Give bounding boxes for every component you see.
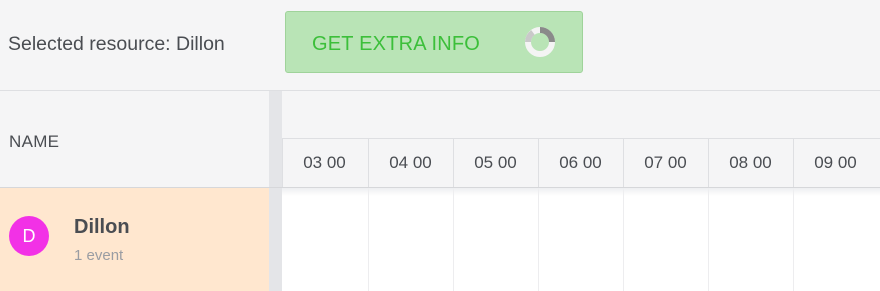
time-grid-line [623,188,624,291]
time-column-header[interactable]: 06 00 [538,139,622,187]
time-column-header[interactable]: 05 00 [453,139,537,187]
time-column-header[interactable]: 08 00 [708,139,792,187]
selected-resource-label: Selected resource: Dillon [8,33,225,55]
get-extra-info-label: GET EXTRA INFO [312,33,481,55]
schedule-area[interactable] [282,188,880,291]
name-column-header[interactable]: NAME [9,132,59,152]
time-grid-line [793,188,794,291]
time-grid-line [708,188,709,291]
resource-name: Dillon [74,216,130,238]
time-column-header[interactable]: 04 00 [368,139,452,187]
header-shadow [282,188,880,196]
locked-grid-header: NAME [0,91,269,187]
time-grid-line [538,188,539,291]
timeline-header: 03 00 04 00 05 00 06 00 07 00 08 00 09 0… [282,91,880,187]
grid-splitter[interactable] [269,91,282,291]
resource-row-dillon[interactable]: D Dillon 1 event [0,188,269,291]
avatar: D [9,216,49,256]
get-extra-info-button[interactable]: GET EXTRA INFO [285,11,583,73]
time-column-header[interactable]: 07 00 [623,139,707,187]
time-column-header[interactable]: 09 00 [793,139,877,187]
resource-event-count: 1 event [74,247,124,264]
loading-spinner-icon [525,27,555,57]
time-grid-line [453,188,454,291]
time-column-header[interactable]: 03 00 [282,139,366,187]
toolbar: Selected resource: Dillon GET EXTRA INFO [0,0,880,90]
time-grid-line [368,188,369,291]
